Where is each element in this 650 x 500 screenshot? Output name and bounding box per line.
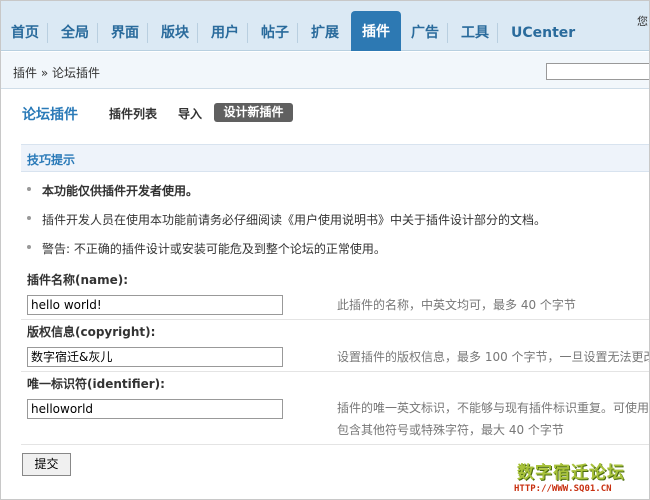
- forum-watermark-logo: 数字宿迁论坛 HTTP://WWW.SQ01.CN: [514, 458, 645, 496]
- nav-separator: [497, 23, 498, 43]
- search-input[interactable]: [546, 63, 649, 80]
- tips-header: 技巧提示: [21, 144, 649, 172]
- row-divider: [21, 444, 649, 445]
- tab-import[interactable]: 导入: [178, 105, 202, 122]
- tip-text: 插件开发人员在使用本功能前请务必仔细阅读《用户使用说明书》中关于插件设计部分的文…: [42, 213, 547, 227]
- identifier-hint-line-2: 包含其他符号或特殊字符，最大 40 个字节: [337, 423, 564, 437]
- nav-ads[interactable]: 广告: [411, 23, 439, 43]
- nav-users[interactable]: 用户: [211, 23, 239, 43]
- nav-plugins[interactable]: 插件: [351, 11, 401, 51]
- nav-posts[interactable]: 帖子: [261, 23, 289, 43]
- page-header: 论坛插件 插件列表 导入 设计新插件: [1, 96, 649, 126]
- nav-interface[interactable]: 界面: [111, 23, 139, 43]
- nav-separator: [47, 23, 48, 43]
- nav-forums[interactable]: 版块: [161, 23, 189, 43]
- nav-separator: [197, 23, 198, 43]
- submit-button[interactable]: 提交: [22, 453, 71, 476]
- nav-ucenter[interactable]: UCenter: [511, 23, 575, 43]
- copyright-hint: 设置插件的版权信息，最多 100 个字节，一旦设置无法更改: [337, 350, 650, 364]
- nav-separator: [247, 23, 248, 43]
- nav-separator: [97, 23, 98, 43]
- tip-text: 本功能仅供插件开发者使用。: [42, 184, 199, 198]
- nav-separator: [447, 23, 448, 43]
- nav-separator: [297, 23, 298, 43]
- name-label: 插件名称(name):: [27, 273, 129, 287]
- name-hint: 此插件的名称，中英文均可，最多 40 个字节: [337, 298, 576, 312]
- copyright-label: 版权信息(copyright):: [27, 325, 156, 339]
- identifier-field[interactable]: helloworld: [27, 399, 283, 419]
- tips-heading: 技巧提示: [27, 153, 76, 167]
- tab-design-new-plugin[interactable]: 设计新插件: [214, 103, 293, 122]
- page-title: 论坛插件: [22, 107, 78, 123]
- nav-global[interactable]: 全局: [61, 23, 89, 43]
- tip-text: 警告: 不正确的插件设计或安装可能危及到整个论坛的正常使用。: [42, 242, 386, 256]
- user-greeting: 您: [637, 15, 648, 28]
- row-divider: [21, 371, 649, 372]
- nav-separator: [147, 23, 148, 43]
- breadcrumb: 插件 » 论坛插件: [13, 66, 100, 80]
- nav-extensions[interactable]: 扩展: [311, 23, 339, 43]
- breadcrumb-bar: 插件 » 论坛插件: [1, 52, 649, 89]
- watermark-title: 数字宿迁论坛: [517, 463, 625, 483]
- identifier-label: 唯一标识符(identifier):: [27, 377, 165, 391]
- top-navigation: 首页 全局 界面 版块 用户 帖子 扩展 插件 广告 工具 UCenter 您: [1, 1, 649, 51]
- nav-tools[interactable]: 工具: [461, 23, 489, 43]
- row-divider: [21, 319, 649, 320]
- tab-plugin-list[interactable]: 插件列表: [109, 105, 157, 122]
- bullet-icon: [27, 216, 31, 220]
- bullet-icon: [27, 245, 31, 249]
- nav-home[interactable]: 首页: [11, 23, 39, 43]
- admin-window: 首页 全局 界面 版块 用户 帖子 扩展 插件 广告 工具 UCenter 您 …: [0, 0, 650, 500]
- copyright-field[interactable]: 数字宿迁&灰儿: [27, 347, 283, 367]
- watermark-url: HTTP://WWW.SQ01.CN: [514, 484, 612, 494]
- identifier-hint-line-1: 插件的唯一英文标识，不能够与现有插件标识重复。可使用: [337, 401, 650, 415]
- bullet-icon: [27, 187, 31, 191]
- name-field[interactable]: hello world!: [27, 295, 283, 315]
